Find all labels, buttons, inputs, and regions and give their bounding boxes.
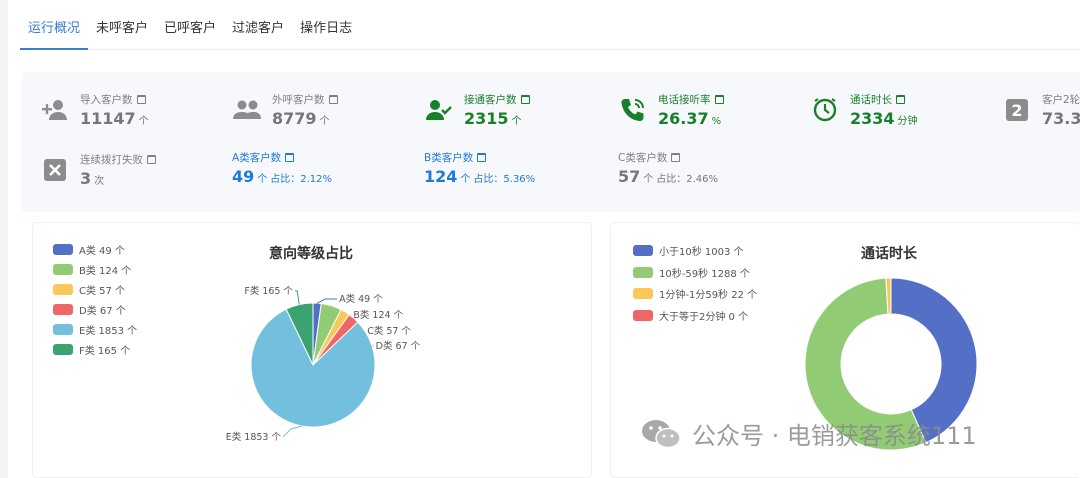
calendar-icon <box>896 95 905 104</box>
watermark-text: 公众号 · 电销获客系统111 <box>692 422 977 450</box>
pie-label-5: F类 165 个 <box>244 285 293 297</box>
stats-panel: 导入客户数 11147 个 外呼客户数 8779 个 接通客户数 2315 个 电话接… <box>22 72 1080 212</box>
stat-class-a-label: A类客户数 <box>232 152 282 164</box>
pie-label-1: B类 124 个 <box>353 309 403 321</box>
stat-answer-rate-unit: % <box>711 116 722 127</box>
tab-called-customers[interactable]: 已呼客户 <box>156 17 224 49</box>
calendar-icon <box>136 95 146 104</box>
stat-duration-value: 2334 <box>850 109 895 128</box>
pie-label-line-5 <box>295 290 300 305</box>
close-box-icon <box>38 153 72 187</box>
stat-connected-label: 接通客户数 <box>464 94 517 106</box>
stat-second-round-label: 客户2轮 <box>1042 94 1080 106</box>
svg-text:2: 2 <box>1011 101 1022 120</box>
stat-dialed-unit: 个 <box>319 116 330 127</box>
calendar-icon <box>285 153 295 162</box>
stat-class-c-unit: 个 <box>643 174 654 185</box>
stat-dialed-label: 外呼客户数 <box>272 94 325 106</box>
stat-connected-unit: 个 <box>511 116 522 127</box>
stat-imported: 导入客户数 11147 个 <box>38 92 149 128</box>
stat-class-b: B类客户数 124 个占比：5.36% <box>424 150 535 186</box>
wechat-icon <box>642 419 681 448</box>
stat-dial-fail-value: 3 <box>80 169 92 188</box>
tab-uncalled-customers[interactable]: 未呼客户 <box>88 17 156 49</box>
stat-class-b-ratio: 占比：5.36% <box>473 174 536 185</box>
stat-class-a: A类客户数 49 个占比：2.12% <box>232 150 332 186</box>
stat-class-b-value: 124 <box>424 167 458 186</box>
pie-label-4: E类 1853 个 <box>226 431 282 443</box>
stat-answer-rate: 电话接听率 26.37% <box>616 92 724 128</box>
tab-operation-log[interactable]: 操作日志 <box>292 17 360 49</box>
stat-second-round-value: 73.35 <box>1042 109 1080 128</box>
tab-overview[interactable]: 运行概况 <box>20 17 89 50</box>
stat-class-a-value: 49 <box>232 167 255 186</box>
calendar-icon <box>147 155 156 164</box>
stat-duration-label: 通话时长 <box>850 94 892 106</box>
pie-label-line-4 <box>282 425 303 438</box>
stat-answer-rate-value: 26.37 <box>658 109 709 128</box>
intent-level-pie-chart: A类 49 个 B类 124 个 C类 57 个 D类 67 个 E类 1853 个 F类… <box>226 285 421 443</box>
stat-dialed-value: 8779 <box>272 109 317 128</box>
stat-answer-rate-label: 电话接听率 <box>658 94 711 106</box>
stat-dialed: 外呼客户数 8779 个 <box>230 92 338 128</box>
number-two-icon: 2 <box>1000 93 1034 127</box>
stat-dial-fail-label: 连续拨打失败 <box>80 154 143 166</box>
pie-label-3: D类 67 个 <box>376 340 421 352</box>
left-scroll-strip <box>0 0 8 478</box>
calendar-icon <box>714 95 724 104</box>
stat-class-a-ratio: 占比：2.12% <box>270 174 333 185</box>
stat-second-round: 2 客户2轮 73.35 <box>1000 92 1080 128</box>
pie-label-2: C类 57 个 <box>367 325 411 337</box>
stat-connected: 接通客户数 2315 个 <box>422 92 530 128</box>
stat-imported-label: 导入客户数 <box>80 94 133 106</box>
stat-class-c-ratio: 占比：2.46% <box>656 174 719 185</box>
tab-filtered-customers[interactable]: 过滤客户 <box>224 17 292 49</box>
users-icon <box>230 93 264 127</box>
stat-duration-unit: 分钟 <box>897 116 918 127</box>
stat-connected-value: 2315 <box>464 109 509 128</box>
stat-imported-unit: 个 <box>138 116 149 127</box>
stat-imported-value: 11147 <box>80 109 136 128</box>
stat-duration: 通话时长 2334 分钟 <box>808 92 918 128</box>
stat-dial-fail-unit: 次 <box>94 176 105 187</box>
calendar-icon <box>671 153 681 162</box>
calendar-icon <box>328 95 338 104</box>
tab-bar: 运行概况 未呼客户 已呼客户 过滤客户 操作日志 <box>20 0 1080 50</box>
watermark: 公众号 · 电销获客系统111 <box>640 416 977 451</box>
stat-class-a-unit: 个 <box>257 174 268 185</box>
stat-class-c: C类客户数 57 个占比：2.46% <box>618 150 718 186</box>
pie-label-0: A类 49 个 <box>339 293 383 305</box>
stat-class-c-label: C类客户数 <box>618 152 668 164</box>
user-check-icon <box>422 93 456 127</box>
calendar-icon <box>477 153 487 162</box>
stat-class-b-label: B类客户数 <box>424 152 474 164</box>
pie-label-line-0 <box>316 298 338 304</box>
stat-class-c-value: 57 <box>618 167 641 186</box>
stat-class-b-unit: 个 <box>460 174 471 185</box>
calendar-icon <box>520 95 530 104</box>
phone-icon <box>616 93 650 127</box>
add-user-icon <box>38 93 72 127</box>
stat-dial-fail: 连续拨打失败 3次 <box>38 152 156 188</box>
clock-icon <box>808 93 842 127</box>
intent-level-chart-panel: 意向等级占比 A类 49 个 B类 124 个 C类 57 个 D类 67 个 … <box>32 222 592 478</box>
